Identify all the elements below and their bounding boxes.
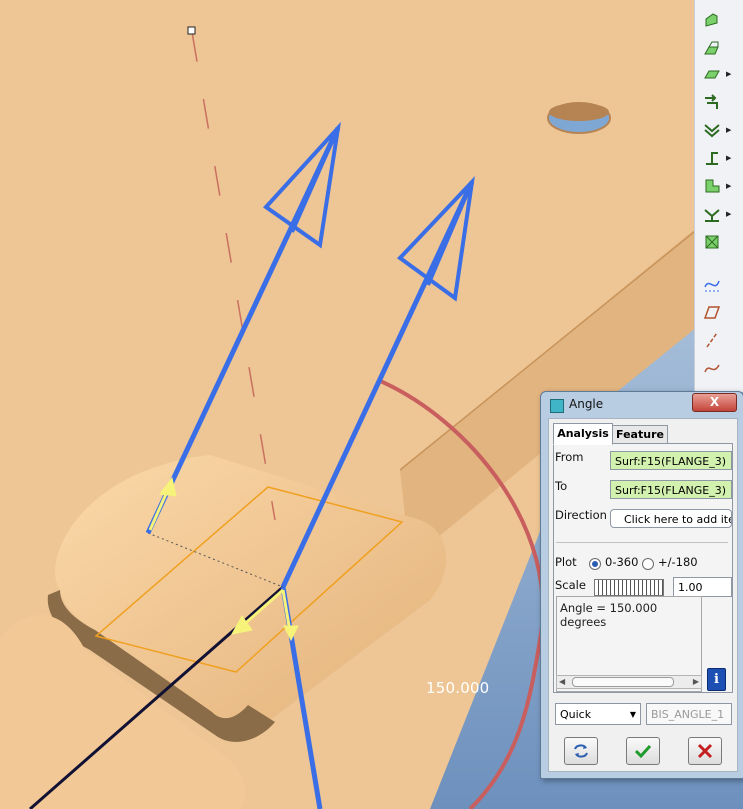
flange-icon[interactable] bbox=[699, 62, 725, 86]
close-button[interactable]: X bbox=[692, 393, 737, 412]
info-icon[interactable]: i bbox=[707, 668, 726, 691]
repeat-button[interactable] bbox=[564, 737, 598, 765]
sketch-curve-icon[interactable] bbox=[699, 356, 725, 380]
datum-plane-icon[interactable] bbox=[699, 300, 725, 324]
hole-wall bbox=[549, 103, 609, 121]
scale-input[interactable]: 1.00 bbox=[673, 577, 732, 597]
tab-feature[interactable]: Feature bbox=[612, 425, 668, 445]
unbend-dropdown[interactable]: ▶ bbox=[726, 153, 732, 163]
bend-icon[interactable] bbox=[699, 118, 725, 142]
unbend-icon[interactable] bbox=[699, 146, 725, 170]
dialog-title: Angle bbox=[569, 397, 604, 411]
angle-readout: 150.000 bbox=[426, 679, 490, 697]
scroll-thumb[interactable] bbox=[572, 677, 674, 687]
repeat-icon bbox=[574, 744, 588, 758]
feature-toolbar: ▶ ▶ ▶ ▶ ▶ bbox=[694, 0, 743, 392]
plot-180-radio[interactable] bbox=[642, 558, 654, 570]
wall-icon[interactable] bbox=[699, 8, 725, 32]
axis-handle[interactable] bbox=[187, 26, 196, 35]
form-dropdown[interactable]: ▶ bbox=[726, 181, 732, 191]
scroll-left-icon[interactable]: ◀ bbox=[559, 677, 565, 686]
analysis-name-field[interactable]: BIS_ANGLE_1 bbox=[646, 703, 732, 725]
plot-180-label: +/-180 bbox=[658, 555, 698, 569]
flange-dropdown[interactable]: ▶ bbox=[726, 69, 732, 79]
tab-analysis[interactable]: Analysis bbox=[553, 423, 613, 445]
datum-curve-icon[interactable] bbox=[699, 272, 725, 296]
cancel-icon bbox=[697, 743, 713, 759]
dialog-icon bbox=[550, 399, 564, 413]
scale-label: Scale bbox=[555, 578, 586, 592]
bend-dropdown[interactable]: ▶ bbox=[726, 125, 732, 135]
flat-wall-icon[interactable] bbox=[699, 36, 725, 60]
angle-dialog: Angle X Analysis Feature From Surf:F15(F… bbox=[540, 391, 743, 779]
scale-slider[interactable] bbox=[594, 579, 664, 596]
extend-icon[interactable] bbox=[699, 90, 725, 114]
flatten-icon[interactable] bbox=[699, 202, 725, 226]
ok-button[interactable] bbox=[626, 737, 660, 765]
from-field[interactable]: Surf:F15(FLANGE_3) bbox=[610, 451, 732, 470]
dialog-body: Analysis Feature From Surf:F15(FLANGE_3)… bbox=[548, 418, 738, 772]
datum-axis-icon[interactable] bbox=[699, 328, 725, 352]
from-label: From bbox=[555, 450, 584, 464]
scroll-right-icon[interactable]: ▶ bbox=[693, 677, 699, 686]
direction-field[interactable]: Click here to add ite bbox=[610, 509, 732, 528]
chevron-down-icon: ▼ bbox=[629, 710, 636, 719]
form-icon[interactable] bbox=[699, 174, 725, 198]
mode-select-value: Quick bbox=[560, 708, 592, 721]
flatten-dropdown[interactable]: ▶ bbox=[726, 209, 732, 219]
plot-label: Plot bbox=[555, 555, 577, 569]
convert-icon[interactable] bbox=[699, 230, 725, 254]
analysis-panel: From Surf:F15(FLANGE_3) To Surf:F15(FLAN… bbox=[553, 443, 733, 693]
cancel-button[interactable] bbox=[688, 737, 722, 765]
to-label: To bbox=[555, 479, 568, 493]
direction-label: Direction bbox=[555, 508, 607, 522]
plot-0-360-label: 0-360 bbox=[605, 555, 639, 569]
plot-0-360-radio[interactable] bbox=[589, 558, 601, 570]
mode-select[interactable]: Quick ▼ bbox=[555, 703, 641, 725]
result-text: Angle = 150.000 degrees bbox=[560, 601, 658, 629]
check-icon bbox=[634, 744, 652, 759]
result-scrollbar[interactable]: ◀ ▶ bbox=[556, 675, 702, 689]
separator bbox=[556, 542, 728, 543]
to-field[interactable]: Surf:F15(FLANGE_3) bbox=[610, 480, 732, 499]
